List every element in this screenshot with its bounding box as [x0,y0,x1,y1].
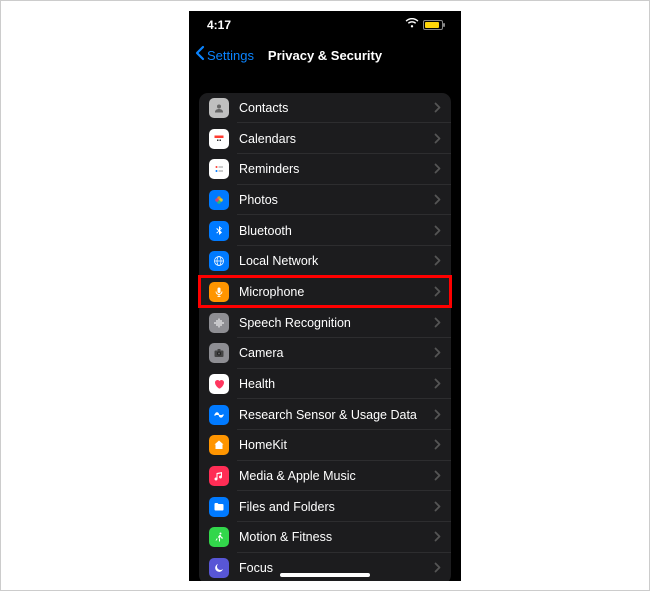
row-label: Health [239,377,434,391]
content: Contacts Calendars Reminders Photos Bluetoot… [189,73,461,581]
chevron-right-icon [434,499,441,515]
music-icon [209,466,229,486]
photos-icon [209,190,229,210]
status-time: 4:17 [207,18,231,32]
row-speech[interactable]: Speech Recognition [199,307,451,338]
research-icon [209,405,229,425]
chevron-right-icon [434,437,441,453]
camera-icon [209,343,229,363]
chevron-right-icon [434,315,441,331]
row-label: Microphone [239,285,434,299]
row-calendars[interactable]: Calendars [199,123,451,154]
wifi-icon [405,18,419,31]
row-reminders[interactable]: Reminders [199,154,451,185]
row-media[interactable]: Media & Apple Music [199,461,451,492]
chevron-right-icon [434,192,441,208]
row-label: Speech Recognition [239,316,434,330]
chevron-right-icon [434,376,441,392]
row-label: Research Sensor & Usage Data [239,408,434,422]
contacts-icon [209,98,229,118]
row-label: Camera [239,346,434,360]
chevron-right-icon [434,529,441,545]
heart-icon [209,374,229,394]
home-indicator[interactable] [280,573,370,577]
folder-icon [209,497,229,517]
row-label: Files and Folders [239,500,434,514]
bluetooth-icon [209,221,229,241]
chevron-right-icon [434,560,441,576]
moon-icon [209,558,229,578]
microphone-icon [209,282,229,302]
chevron-left-icon [195,45,205,66]
row-label: Contacts [239,101,434,115]
row-bluetooth[interactable]: Bluetooth [199,215,451,246]
chevron-right-icon [434,468,441,484]
row-label: HomeKit [239,438,434,452]
chevron-right-icon [434,345,441,361]
motion-icon [209,527,229,547]
chevron-right-icon [434,223,441,239]
chevron-right-icon [434,131,441,147]
reminders-icon [209,159,229,179]
network-icon [209,251,229,271]
chevron-right-icon [434,100,441,116]
row-research[interactable]: Research Sensor & Usage Data [199,399,451,430]
waveform-icon [209,313,229,333]
status-bar: 4:17 [189,11,461,39]
settings-list: Contacts Calendars Reminders Photos Bluetoot… [199,93,451,581]
phone-screen: 4:17 Settings Privacy & Security Contact… [189,11,461,581]
row-localnetwork[interactable]: Local Network [199,246,451,277]
chevron-right-icon [434,253,441,269]
chevron-right-icon [434,161,441,177]
row-camera[interactable]: Camera [199,338,451,369]
home-icon [209,435,229,455]
page-title: Privacy & Security [268,48,382,63]
row-motion[interactable]: Motion & Fitness [199,522,451,553]
row-photos[interactable]: Photos [199,185,451,216]
battery-icon [423,20,443,30]
row-label: Media & Apple Music [239,469,434,483]
back-label: Settings [207,48,254,63]
chevron-right-icon [434,284,441,300]
chevron-right-icon [434,407,441,423]
back-button[interactable]: Settings [195,45,254,66]
row-label: Calendars [239,132,434,146]
row-microphone[interactable]: Microphone [199,277,451,308]
row-label: Bluetooth [239,224,434,238]
row-label: Reminders [239,162,434,176]
row-contacts[interactable]: Contacts [199,93,451,124]
row-files[interactable]: Files and Folders [199,491,451,522]
row-label: Motion & Fitness [239,530,434,544]
status-right [405,18,443,31]
nav-bar: Settings Privacy & Security [189,39,461,73]
row-health[interactable]: Health [199,369,451,400]
row-label: Local Network [239,254,434,268]
row-homekit[interactable]: HomeKit [199,430,451,461]
row-label: Photos [239,193,434,207]
calendar-icon [209,129,229,149]
